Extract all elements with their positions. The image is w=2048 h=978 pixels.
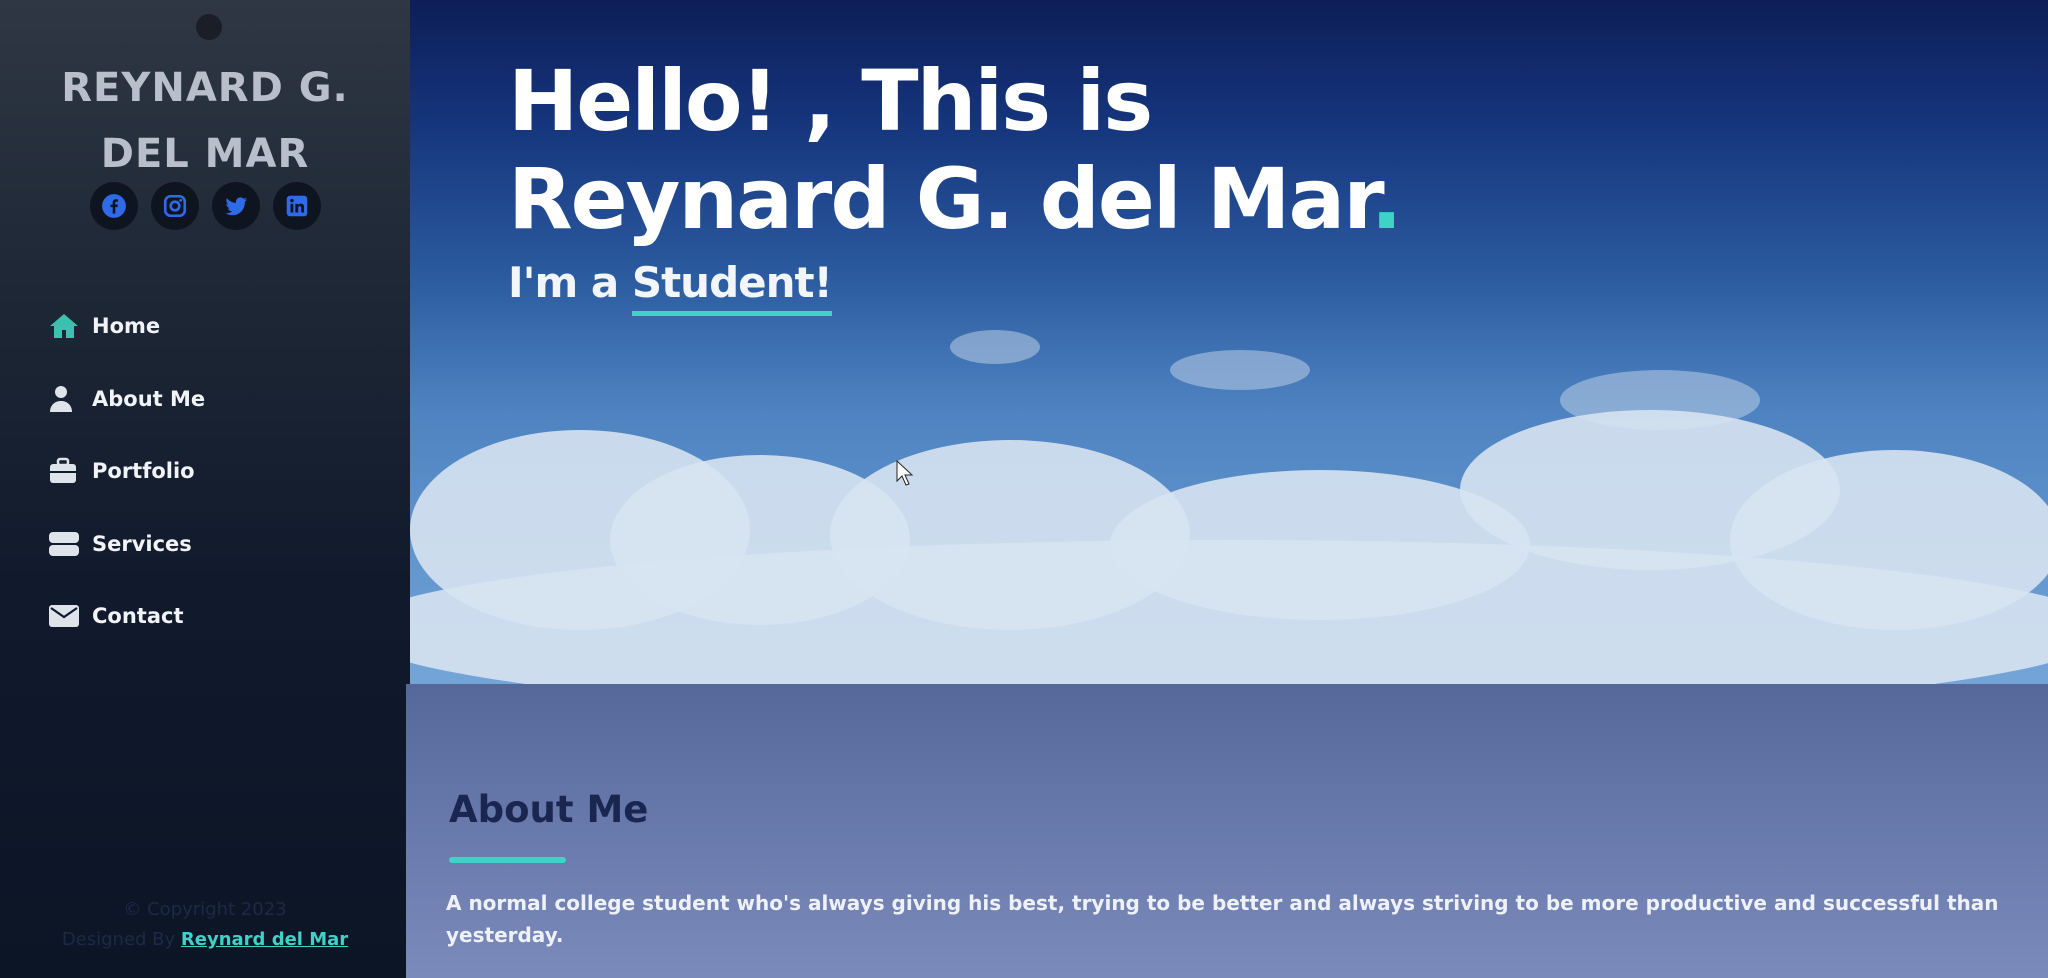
sidebar-item-label: Portfolio xyxy=(92,459,195,484)
hero-name: Reynard G. del Mar xyxy=(508,150,1373,248)
designer-link[interactable]: Reynard del Mar xyxy=(181,929,348,950)
hero-subtitle: I'm a Student! xyxy=(508,258,833,316)
sidebar-footer: © Copyright 2023 Designed By Reynard del… xyxy=(0,895,410,955)
sidebar-item-portfolio[interactable]: Portfolio xyxy=(48,435,205,508)
sidebar-item-label: Home xyxy=(92,314,161,339)
about-heading: About Me xyxy=(449,788,649,831)
hero-title: Hello! , This is Reynard G. del Mar. xyxy=(508,52,1403,248)
designed-by: Designed By Reynard del Mar xyxy=(0,925,410,955)
sidebar-item-home[interactable]: Home xyxy=(48,290,205,363)
user-icon xyxy=(50,385,72,412)
camera-dot xyxy=(196,14,222,40)
sidebar-item-label: Contact xyxy=(92,604,184,629)
brand-name: REYNARD G. DEL MAR xyxy=(0,55,410,187)
copyright-text: © Copyright 2023 xyxy=(123,899,287,920)
home-icon xyxy=(50,314,78,339)
twitter-icon[interactable] xyxy=(212,182,260,230)
about-section: About Me A normal college student who's … xyxy=(406,684,2048,978)
sidebar-item-label: About Me xyxy=(92,386,206,411)
about-text: A normal college student who's always gi… xyxy=(446,891,1999,947)
linkedin-icon[interactable] xyxy=(273,182,321,230)
envelope-icon xyxy=(49,605,79,628)
sidebar-item-contact[interactable]: Contact xyxy=(48,580,205,653)
facebook-icon[interactable] xyxy=(90,182,138,230)
hero-role: Student! xyxy=(631,258,833,316)
sidebar-item-about[interactable]: About Me xyxy=(48,363,205,436)
mouse-cursor-icon xyxy=(896,460,914,486)
social-links xyxy=(90,182,321,230)
server-icon xyxy=(49,531,79,556)
briefcase-icon xyxy=(50,458,76,484)
instagram-icon[interactable] xyxy=(151,182,199,230)
brand-line-2: DEL MAR xyxy=(100,131,310,177)
sidebar-nav: Home About Me Portfolio Services Contact xyxy=(48,290,205,653)
hero-title-line-1: Hello! , This is xyxy=(508,52,1153,150)
hero-section: Hello! , This is Reynard G. del Mar. I'm… xyxy=(410,0,2048,684)
about-heading-underline xyxy=(449,857,566,863)
brand-line-1: REYNARD G. xyxy=(61,65,349,111)
hero-title-line-2: Reynard G. del Mar. xyxy=(508,150,1403,248)
sidebar: REYNARD G. DEL MAR Home About Me Portfol… xyxy=(0,0,410,978)
accent-dot: . xyxy=(1370,150,1403,248)
sidebar-item-label: Services xyxy=(92,531,192,556)
hero-sub-prefix: I'm a xyxy=(508,258,619,307)
designed-by-label: Designed By xyxy=(61,929,176,950)
sidebar-item-services[interactable]: Services xyxy=(48,508,205,581)
